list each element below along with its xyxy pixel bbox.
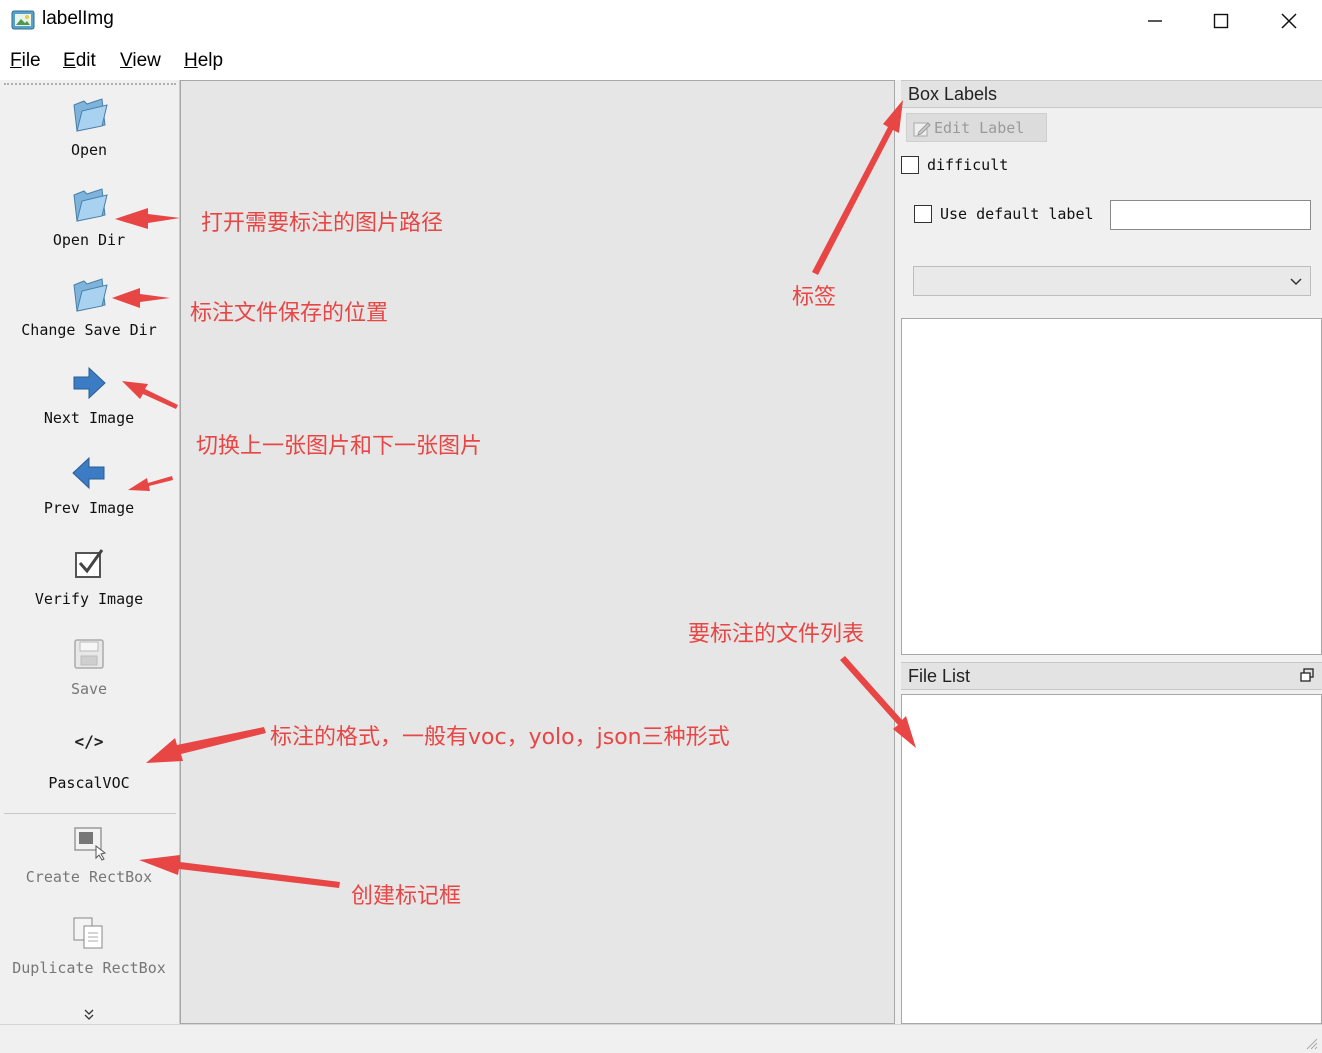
code-icon: </>	[74, 732, 104, 751]
verify-image-label: Verify Image	[34, 590, 144, 608]
draw-rectangle-icon	[74, 827, 107, 861]
create-rectbox-button[interactable]: Create RectBox	[0, 822, 178, 886]
edit-icon	[913, 122, 931, 137]
title-bar: labelImg	[0, 0, 1322, 42]
menu-view[interactable]: View	[120, 50, 161, 72]
open-dir-label: Open Dir	[52, 231, 126, 249]
default-label-input[interactable]	[1110, 200, 1311, 230]
arrow-right-icon	[73, 366, 106, 400]
maximize-button[interactable]	[1188, 0, 1254, 42]
difficult-label: difficult	[927, 156, 1009, 174]
change-save-dir-label: Change Save Dir	[21, 321, 157, 339]
file-list-title: File List	[908, 666, 971, 686]
save-label: Save	[70, 680, 108, 698]
format-toggle-button[interactable]: </> PascalVOC	[0, 730, 178, 792]
annotation-save-dir: 标注文件保存的位置	[190, 301, 389, 326]
change-save-dir-button[interactable]: Change Save Dir	[0, 275, 178, 339]
annotation-create-box: 创建标记框	[351, 884, 462, 909]
undock-icon[interactable]	[1300, 668, 1314, 682]
file-list-dock-title[interactable]: File List	[901, 662, 1322, 690]
annotation-format: 标注的格式，一般有voc，yolo，json三种形式	[270, 725, 730, 750]
open-dir-button[interactable]: Open Dir	[0, 185, 178, 249]
menu-help[interactable]: Help	[184, 50, 223, 72]
verify-image-button[interactable]: Verify Image	[0, 544, 178, 608]
folder-open-icon	[73, 188, 108, 222]
use-default-label-checkbox[interactable]	[914, 205, 932, 223]
toolbar-separator	[4, 813, 176, 814]
arrow-left-icon	[72, 456, 105, 490]
format-label: PascalVOC	[48, 774, 130, 792]
use-default-label-text: Use default label	[940, 205, 1094, 223]
labelimg-app-icon	[11, 10, 35, 30]
status-bar	[0, 1024, 1322, 1053]
annotation-file-list: 要标注的文件列表	[688, 622, 865, 647]
left-toolbar: Open Open Dir Change Save Dir Next Image…	[0, 80, 180, 1024]
close-button[interactable]	[1256, 0, 1322, 42]
toolbar-grip[interactable]	[4, 83, 176, 86]
annotation-switch-image: 切换上一张图片和下一张图片	[196, 434, 483, 459]
menu-bar: File Edit View Help	[0, 42, 1322, 80]
resize-grip-icon[interactable]	[1304, 1036, 1318, 1050]
chevron-double-down-icon[interactable]	[80, 1008, 98, 1022]
box-labels-dock-title[interactable]: Box Labels	[901, 80, 1322, 108]
folder-open-icon	[73, 98, 108, 132]
open-button[interactable]: Open	[0, 95, 178, 159]
annotation-labels: 标签	[792, 285, 837, 310]
checkbox-checked-icon	[75, 549, 104, 578]
minimize-icon	[1148, 20, 1162, 22]
difficult-checkbox[interactable]	[901, 156, 919, 174]
maximize-icon	[1213, 13, 1229, 29]
copy-icon	[73, 917, 103, 949]
edit-label-button[interactable]: Edit Label	[906, 113, 1047, 142]
open-label: Open	[70, 141, 108, 159]
menu-edit[interactable]: Edit	[63, 50, 96, 72]
duplicate-rectbox-label: Duplicate RectBox	[12, 959, 166, 977]
close-icon	[1281, 13, 1297, 29]
chevron-down-icon	[1290, 278, 1302, 286]
label-list[interactable]	[901, 318, 1322, 655]
window-title: labelImg	[42, 8, 114, 29]
floppy-disk-icon	[74, 639, 104, 669]
create-rectbox-label: Create RectBox	[25, 868, 153, 886]
next-image-button[interactable]: Next Image	[0, 363, 178, 427]
minimize-button[interactable]	[1122, 0, 1188, 42]
next-image-label: Next Image	[43, 409, 135, 427]
edit-label-text: Edit Label	[934, 119, 1025, 137]
box-labels-title: Box Labels	[908, 84, 998, 104]
label-combobox[interactable]	[913, 266, 1311, 296]
menu-file[interactable]: File	[10, 50, 41, 72]
folder-open-icon	[73, 278, 108, 312]
duplicate-rectbox-button[interactable]: Duplicate RectBox	[0, 913, 178, 977]
save-button[interactable]: Save	[0, 634, 178, 698]
prev-image-button[interactable]: Prev Image	[0, 453, 178, 517]
file-list[interactable]	[901, 694, 1322, 1024]
prev-image-label: Prev Image	[43, 499, 135, 517]
annotation-open-dir: 打开需要标注的图片路径	[201, 211, 444, 236]
